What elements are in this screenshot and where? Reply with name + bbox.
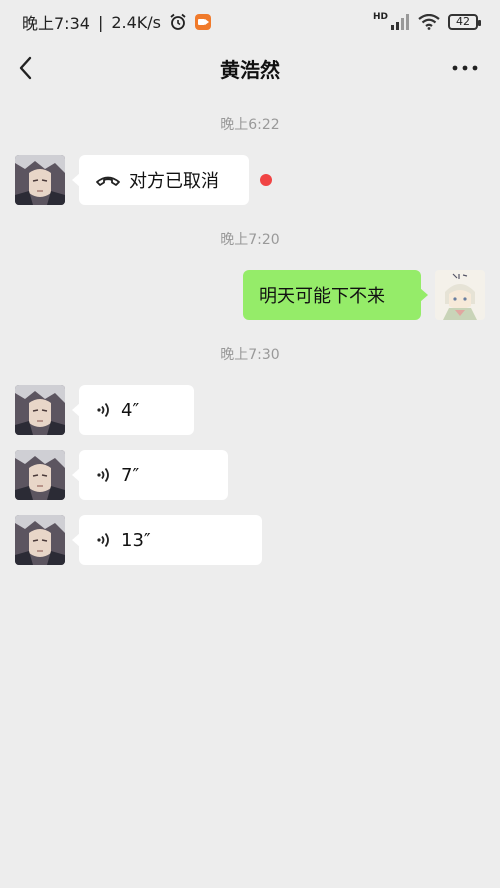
voice-wave-icon (97, 402, 109, 418)
hd-label: HD (372, 12, 388, 22)
voice-message-bubble[interactable]: 7″ (72, 450, 228, 500)
contact-avatar-image (15, 385, 65, 435)
separator: | (97, 12, 104, 32)
chat-title: 黄浩然 (220, 57, 280, 82)
contact-avatar-image (15, 515, 65, 565)
my-avatar[interactable] (435, 270, 485, 320)
screen-recorder-icon (195, 14, 211, 30)
clock: 晚上7:34 (22, 14, 90, 33)
status-bar-left: 晚上7:34 | 2.4K/s (22, 10, 211, 34)
voice-wave-icon (97, 467, 109, 483)
contact-avatar-image (15, 450, 65, 500)
call-status-text: 对方已取消 (129, 171, 219, 192)
contact-avatar[interactable] (15, 515, 65, 565)
timestamp: 晚上7:30 (220, 347, 280, 363)
call-cancelled-bubble[interactable]: 对方已取消 (72, 155, 249, 205)
more-options-button[interactable] (450, 54, 480, 82)
alarm-icon (170, 13, 186, 30)
contact-avatar[interactable] (15, 385, 65, 435)
voice-wave-icon (97, 532, 109, 548)
chat-header: 黄浩然 (0, 44, 500, 92)
wifi-icon (418, 14, 440, 30)
voice-duration: 4″ (121, 399, 140, 421)
voice-duration: 7″ (121, 464, 140, 486)
timestamp: 晚上7:20 (220, 232, 280, 248)
phone-hangup-icon (96, 176, 120, 186)
voice-duration: 13″ (121, 529, 151, 551)
voice-message-bubble[interactable]: 4″ (72, 385, 194, 435)
signal-icon (391, 14, 409, 30)
battery-indicator: 42 (448, 14, 481, 30)
timestamp: 晚上6:22 (220, 117, 280, 133)
my-avatar-image (435, 270, 485, 320)
contact-avatar[interactable] (15, 155, 65, 205)
unread-dot (260, 174, 272, 186)
network-speed: 2.4K/s (111, 12, 161, 32)
outgoing-message-bubble[interactable]: 明天可能下不来 (243, 270, 428, 320)
contact-avatar-image (15, 155, 65, 205)
outgoing-message-text: 明天可能下不来 (259, 286, 385, 307)
back-button[interactable] (14, 54, 42, 82)
status-bar-right: HD 42 (372, 12, 481, 30)
voice-message-bubble[interactable]: 13″ (72, 515, 262, 565)
contact-avatar[interactable] (15, 450, 65, 500)
status-bar: 晚上7:34 | 2.4K/s HD 42 (0, 0, 500, 44)
